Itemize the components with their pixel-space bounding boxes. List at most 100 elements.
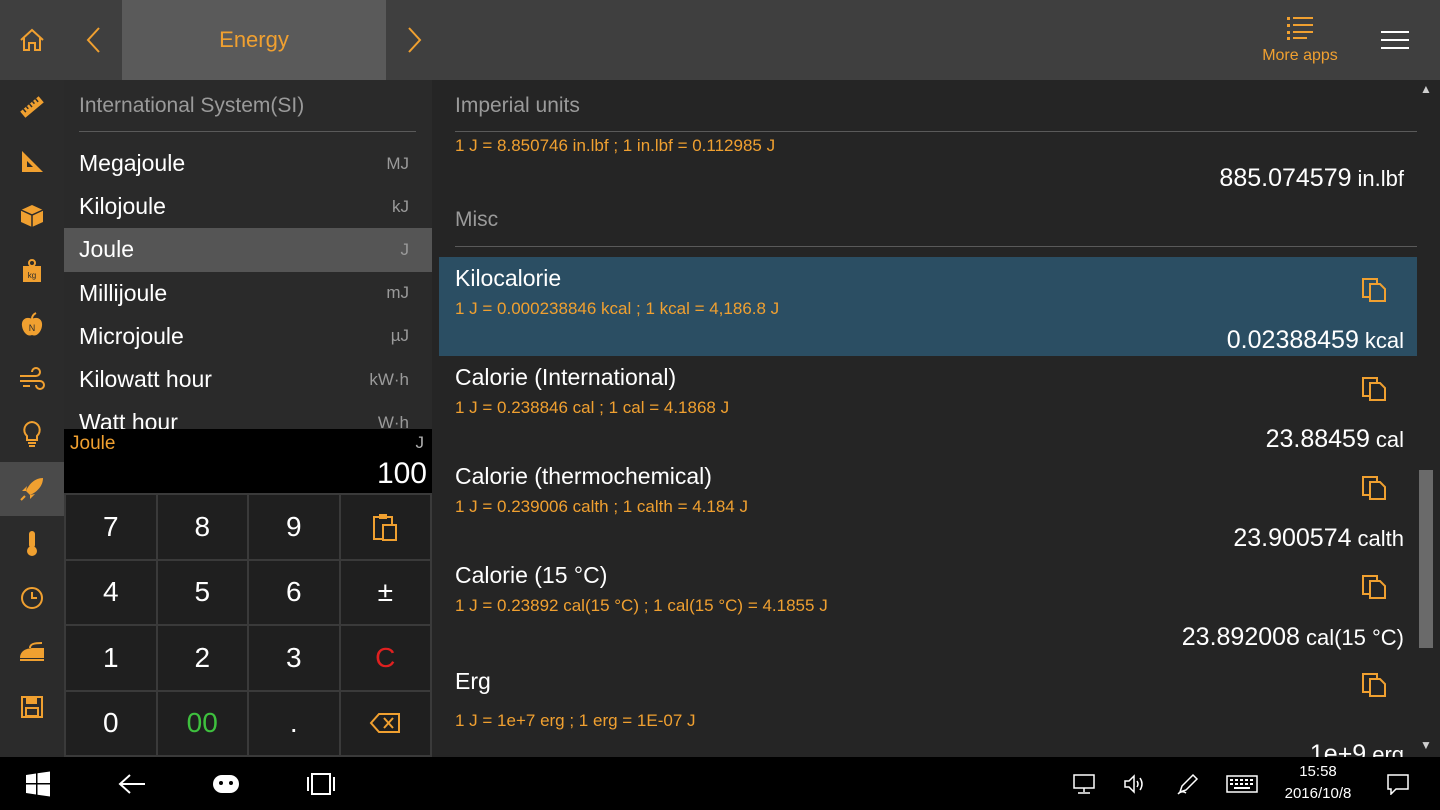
rocket-icon (20, 477, 43, 501)
unit-list[interactable]: Megajoule MJ Kilojoule kJ Joule J Millij… (64, 142, 432, 429)
rail-item-power[interactable] (0, 407, 64, 462)
copy-icon[interactable] (1361, 574, 1387, 600)
key-6[interactable]: 6 (249, 560, 339, 624)
category-title[interactable]: Energy (122, 0, 386, 80)
scroll-down-arrow-icon[interactable]: ▼ (1420, 738, 1432, 752)
unit-row-watt-hour[interactable]: Watt hour W·h (64, 401, 432, 429)
key-0[interactable]: 0 (66, 691, 156, 755)
rail-item-energy[interactable] (0, 461, 64, 516)
task-view-button[interactable] (297, 757, 345, 810)
result-value: 885.074579 in.lbf (1219, 164, 1404, 193)
value-unit: erg (1372, 742, 1404, 757)
more-apps-button[interactable]: More apps (1250, 0, 1350, 80)
lightbulb-icon (23, 421, 41, 448)
copy-icon[interactable] (1361, 672, 1387, 698)
back-button[interactable] (64, 0, 122, 80)
result-item-kilocalorie[interactable]: Kilocalorie 1 J = 0.000238846 kcal ; 1 k… (439, 257, 1417, 356)
network-button[interactable] (1064, 757, 1104, 810)
input-value[interactable]: 100 (377, 457, 427, 491)
unit-row-microjoule[interactable]: Microjoule µJ (64, 315, 432, 358)
result-value: 23.892008 cal(15 °C) (1182, 623, 1404, 652)
rail-item-area[interactable] (0, 135, 64, 190)
result-name: Calorie (15 °C) (455, 562, 608, 588)
key-1[interactable]: 1 (66, 626, 156, 690)
rail-item-weight[interactable]: kg (0, 244, 64, 299)
paste-button[interactable] (340, 495, 430, 559)
taskbar-clock[interactable]: 15:58 2016/10/8 (1268, 761, 1368, 805)
key-9[interactable]: 9 (249, 495, 339, 559)
result-value: 23.900574 calth (1233, 524, 1404, 553)
copy-icon[interactable] (1361, 277, 1387, 303)
copy-icon[interactable] (1361, 376, 1387, 402)
unit-name: Megajoule (79, 150, 186, 177)
unit-name: Joule (79, 236, 134, 263)
conversion-text: 1 J = 0.239006 calth ; 1 calth = 4.184 J (455, 497, 748, 516)
result-value: 1e+9 erg (1310, 740, 1404, 757)
ruler-icon (20, 96, 44, 119)
clock-time: 15:58 (1299, 763, 1337, 780)
result-item-erg[interactable]: Erg 1 J = 1e+7 erg ; 1 erg = 1E-07 J 1e+… (439, 662, 1417, 757)
unit-row-kilowatt-hour[interactable]: Kilowatt hour kW·h (64, 358, 432, 401)
backspace-icon (369, 713, 401, 734)
paste-icon (373, 513, 398, 541)
result-item-calorie-international[interactable]: Calorie (International) 1 J = 0.238846 c… (439, 356, 1417, 455)
rail-item-pressure[interactable] (0, 625, 64, 680)
unit-symbol: µJ (390, 326, 409, 346)
plus-minus-button[interactable]: ± (340, 560, 430, 624)
copy-icon[interactable] (1361, 475, 1387, 501)
cortana-button[interactable] (202, 757, 250, 810)
value-unit: kcal (1364, 328, 1404, 353)
result-value: 0.02388459 kcal (1227, 326, 1404, 355)
scrollbar-track[interactable] (1418, 80, 1440, 757)
clear-button[interactable]: C (340, 626, 430, 690)
hamburger-menu-button[interactable] (1360, 0, 1430, 80)
result-item-calorie-thermochemical[interactable]: Calorie (thermochemical) 1 J = 0.239006 … (439, 455, 1417, 554)
input-unit-symbol: J (415, 433, 425, 452)
taskbar-back-button[interactable] (108, 757, 156, 810)
volume-button[interactable] (1115, 757, 1155, 810)
forward-button[interactable] (386, 0, 444, 80)
keypad: 7 8 9 4 5 6 ± 1 2 3 C 0 00 . (64, 493, 432, 757)
result-item-calorie-15c[interactable]: Calorie (15 °C) 1 J = 0.23892 cal(15 °C)… (439, 554, 1417, 653)
rail-item-length[interactable] (0, 80, 64, 135)
backspace-button[interactable] (340, 691, 430, 755)
rail-item-data[interactable] (0, 680, 64, 735)
key-3[interactable]: 3 (249, 626, 339, 690)
scroll-up-arrow-icon[interactable]: ▲ (1420, 82, 1432, 96)
unit-name: Watt hour (79, 409, 178, 429)
notification-icon (1387, 773, 1409, 795)
hamburger-icon (1381, 31, 1409, 49)
unit-row-millijoule[interactable]: Millijoule mJ (64, 272, 432, 315)
rail-item-time[interactable] (0, 571, 64, 626)
value-unit: cal(15 °C) (1305, 625, 1404, 650)
key-7[interactable]: 7 (66, 495, 156, 559)
key-8[interactable]: 8 (157, 495, 247, 559)
scrollbar-thumb[interactable] (1419, 470, 1433, 648)
key-4[interactable]: 4 (66, 560, 156, 624)
unit-name: Kilowatt hour (79, 366, 212, 393)
key-decimal[interactable]: . (249, 691, 339, 755)
unit-row-megajoule[interactable]: Megajoule MJ (64, 142, 432, 185)
start-button[interactable] (14, 757, 62, 810)
conversion-text: 1 J = 0.23892 cal(15 °C) ; 1 cal(15 °C) … (455, 596, 828, 615)
result-item-inlbf[interactable]: 1 J = 8.850746 in.lbf ; 1 in.lbf = 0.112… (439, 132, 1417, 202)
key-5[interactable]: 5 (157, 560, 247, 624)
rail-item-speed[interactable] (0, 353, 64, 408)
rail-item-temperature[interactable] (0, 516, 64, 571)
touch-keyboard-button[interactable] (1222, 757, 1262, 810)
action-center-button[interactable] (1378, 757, 1418, 810)
conversion-text: 1 J = 0.000238846 kcal ; 1 kcal = 4,186.… (455, 299, 780, 318)
home-button[interactable] (0, 0, 64, 80)
key-2[interactable]: 2 (157, 626, 247, 690)
results-panel[interactable]: Imperial units 1 J = 8.850746 in.lbf ; 1… (439, 80, 1417, 757)
pen-button[interactable] (1168, 757, 1208, 810)
top-bar: Energy More apps (0, 0, 1440, 80)
wind-icon (20, 366, 45, 390)
input-display[interactable]: Joule J 100 (64, 429, 432, 493)
unit-row-joule[interactable]: Joule J (64, 228, 432, 272)
unit-name: Millijoule (79, 279, 168, 306)
key-00[interactable]: 00 (157, 691, 247, 755)
unit-row-kilojoule[interactable]: Kilojoule kJ (64, 185, 432, 228)
rail-item-volume[interactable] (0, 189, 64, 244)
rail-item-nutrition[interactable]: N (0, 298, 64, 353)
